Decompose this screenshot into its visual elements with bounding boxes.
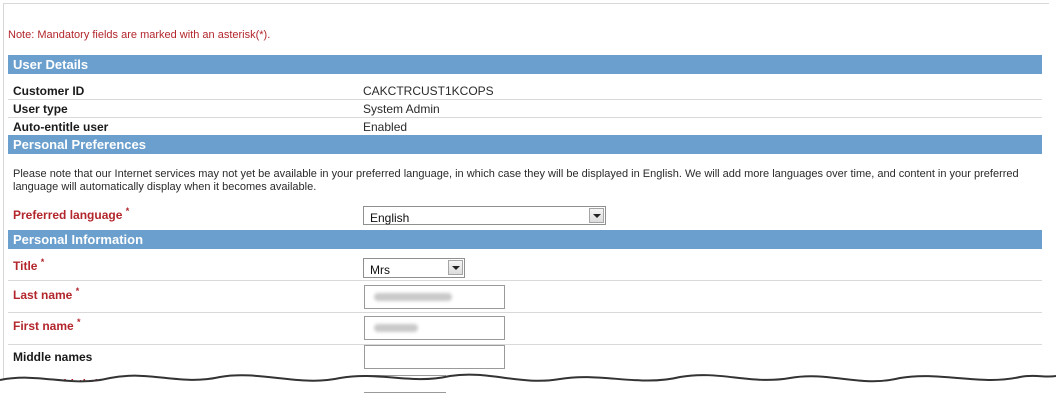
user-type-value: System Admin xyxy=(363,102,440,116)
chevron-down-icon[interactable] xyxy=(589,208,604,223)
language-info-text: Please note that our Internet services m… xyxy=(13,168,1019,193)
last-name-row: Last name * xyxy=(8,281,1042,313)
section-user-details: User Details xyxy=(8,55,1042,74)
last-name-label: Last name * xyxy=(13,286,80,302)
section-personal-information: Personal Information xyxy=(8,230,1042,249)
chevron-down-icon[interactable] xyxy=(448,260,463,275)
middle-names-label: Middle names xyxy=(13,350,93,364)
preferred-language-value: English xyxy=(370,211,410,225)
preferred-language-label: Preferred language * xyxy=(13,206,130,222)
title-value: Mrs xyxy=(370,263,390,277)
user-type-row: User type System Admin xyxy=(8,100,1042,118)
redacted-value xyxy=(374,293,452,301)
title-select[interactable]: Mrs xyxy=(363,258,465,278)
customer-id-label: Customer ID xyxy=(13,84,85,98)
auto-entitle-label: Auto-entitle user xyxy=(13,120,109,134)
first-name-row: First name * xyxy=(8,313,1042,345)
user-type-label: User type xyxy=(13,102,68,116)
redacted-value xyxy=(374,324,418,332)
customer-id-value: CAKCTRCUST1KCOPS xyxy=(363,84,494,98)
required-asterisk: * xyxy=(40,257,45,267)
section-personal-preferences: Personal Preferences xyxy=(8,135,1042,154)
customer-id-row: Customer ID CAKCTRCUST1KCOPS xyxy=(8,82,1042,100)
required-asterisk: * xyxy=(77,317,81,327)
first-name-label: First name * xyxy=(13,317,81,333)
mandatory-note: Note: Mandatory fields are marked with a… xyxy=(8,29,271,41)
auto-entitle-value: Enabled xyxy=(363,120,408,134)
auto-entitle-row: Auto-entitle user Enabled xyxy=(8,118,1042,135)
preferred-language-row: Preferred language * English xyxy=(8,199,1042,228)
required-asterisk: * xyxy=(125,206,130,216)
torn-edge xyxy=(0,373,1056,392)
title-row: Title * Mrs xyxy=(8,251,1042,281)
title-label: Title * xyxy=(13,257,45,273)
required-asterisk: * xyxy=(75,286,80,296)
last-name-input[interactable] xyxy=(364,285,505,309)
first-name-input[interactable] xyxy=(364,316,505,340)
preferred-language-select[interactable]: English xyxy=(363,206,606,225)
